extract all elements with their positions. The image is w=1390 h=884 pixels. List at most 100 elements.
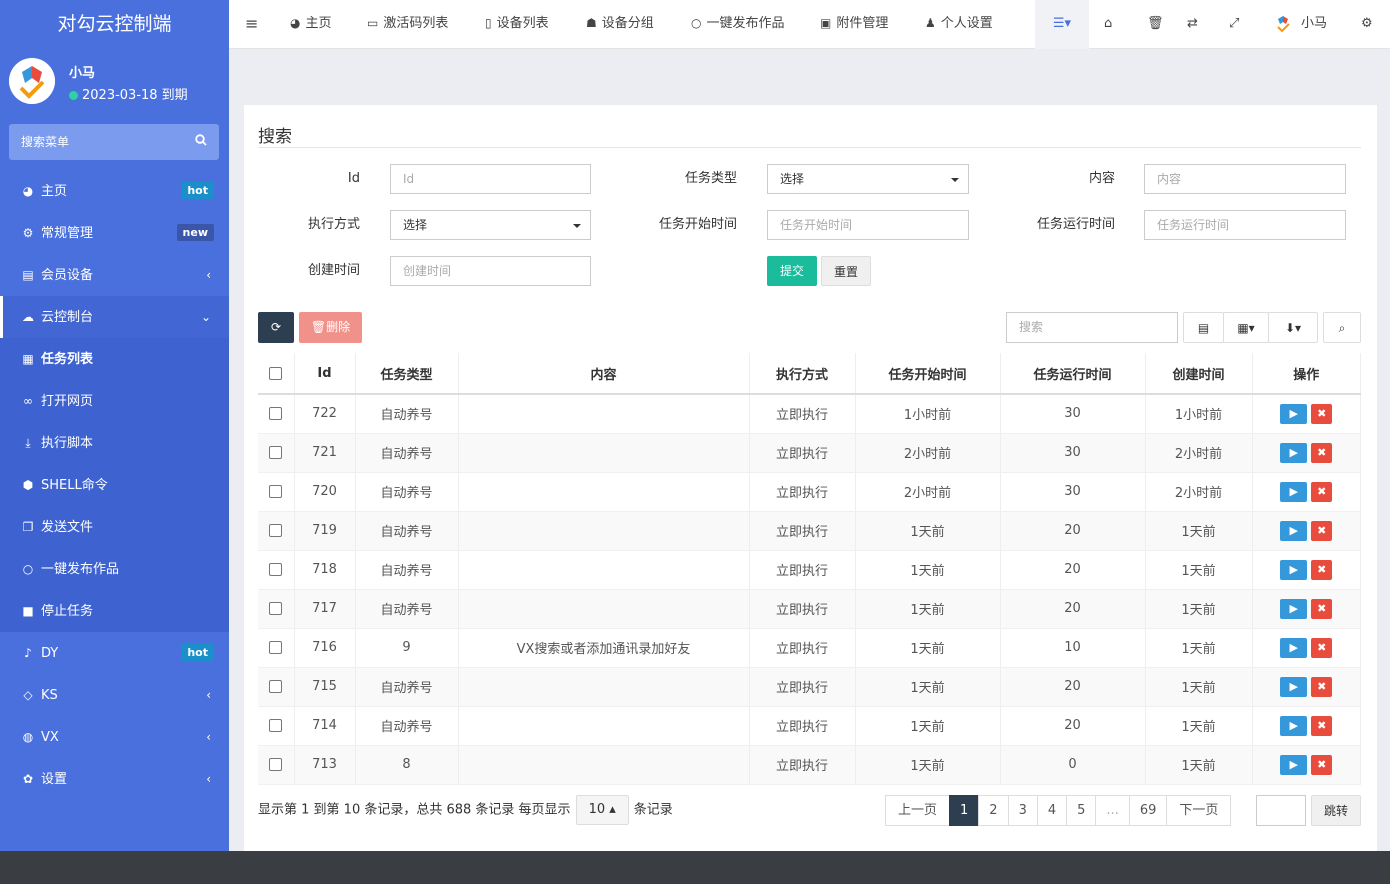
page-button-2[interactable]: 2 [978,795,1009,826]
table-search-input[interactable]: 搜索 [1006,312,1178,343]
topnav-publish[interactable]: ○ 一键发布作品 [691,0,785,49]
execute-icon[interactable]: ▶ [1280,520,1308,541]
topnav-device-groups[interactable]: ☗ 设备分组 [586,0,654,49]
row-checkbox[interactable] [269,524,283,537]
table-row[interactable]: 717 自动养号 立即执行 1天前 20 1天前 ▶ ✖ [258,589,1361,629]
execute-icon[interactable]: ▶ [1280,403,1308,424]
table-row[interactable]: 713 8 立即执行 1天前 0 1天前 ▶ ✖ [258,745,1361,785]
avatar[interactable] [9,58,55,104]
topnav-profile[interactable]: ♟ 个人设置 [925,0,993,49]
row-checkbox[interactable] [269,758,283,771]
jump-page-input[interactable] [1256,795,1306,826]
sidebar-item-home[interactable]: ◕ 主页 hot [0,170,229,212]
menu-toggle-icon[interactable]: ≡ [245,0,258,49]
sidebar-item-cloud-console[interactable]: ☁ 云控制台 ⌄ [0,296,229,338]
topnav-activation-codes[interactable]: ▭ 激活码列表 [367,0,448,49]
search-icon[interactable] [195,124,207,160]
table-row[interactable]: 714 自动养号 立即执行 1天前 20 1天前 ▶ ✖ [258,706,1361,746]
sidebar-item-settings[interactable]: ✿ 设置 ‹ [0,758,229,800]
sidebar-item-task-list[interactable]: ▦ 任务列表 [0,338,229,380]
trash-icon[interactable]: ✖ [1311,442,1333,463]
table-row[interactable]: 722 自动养号 立即执行 1小时前 30 1小时前 ▶ ✖ [258,394,1361,434]
table-row[interactable]: 721 自动养号 立即执行 2小时前 30 2小时前 ▶ ✖ [258,433,1361,473]
created-time-input[interactable]: 创建时间 [390,256,591,286]
sidebar-item-run-script[interactable]: ⤓ 执行脚本 [0,422,229,464]
row-checkbox[interactable] [269,485,283,498]
execute-icon[interactable]: ▶ [1280,598,1308,619]
sidebar-item-member-devices[interactable]: ▤ 会员设备 ‹ [0,254,229,296]
delete-button[interactable]: 🗑删除 [299,312,362,343]
row-checkbox[interactable] [269,641,283,654]
fullscreen-icon[interactable]: ⤢ [1229,0,1239,49]
topnav-device-list[interactable]: ▯ 设备列表 [485,0,549,49]
page-button-last[interactable]: 69 [1128,795,1168,826]
trash-icon[interactable]: ✖ [1311,637,1333,658]
jump-button[interactable]: 跳转 [1311,795,1361,826]
table-row[interactable]: 720 自动养号 立即执行 2小时前 30 2小时前 ▶ ✖ [258,472,1361,512]
refresh-button[interactable]: ⟳ [258,312,294,343]
execute-icon[interactable]: ▶ [1280,481,1308,502]
sidebar-item-open-webpage[interactable]: ∞ 打开网页 [0,380,229,422]
submit-button[interactable]: 提交 [767,256,817,286]
topnav-user[interactable]: 小马 [1273,0,1327,49]
sidebar-item-publish[interactable]: ○ 一键发布作品 [0,548,229,590]
col-created-time[interactable]: 创建时间 [1145,353,1253,395]
row-checkbox[interactable] [269,680,283,693]
sidebar-item-general[interactable]: ⚙ 常规管理 new [0,212,229,254]
start-time-input[interactable]: 任务开始时间 [767,210,969,240]
home-icon[interactable]: ⌂ [1104,0,1112,49]
sidebar-search[interactable]: 搜索菜单 [9,124,219,160]
toggle-view-button[interactable]: ▤ [1183,312,1224,343]
col-task-type[interactable]: 任务类型 [355,353,459,395]
sidebar-item-stop-task[interactable]: ■ 停止任务 [0,590,229,632]
trash-icon[interactable]: ✖ [1311,676,1333,697]
col-id[interactable]: Id [294,353,356,395]
reset-button[interactable]: 重置 [821,256,871,286]
sidebar-item-dy[interactable]: ♪ DY hot [0,632,229,674]
page-size-select[interactable]: 10 ▴ [575,795,629,825]
table-row[interactable]: 718 自动养号 立即执行 1天前 20 1天前 ▶ ✖ [258,550,1361,590]
exec-mode-select[interactable]: 选择 [390,210,591,240]
table-row[interactable]: 715 自动养号 立即执行 1天前 20 1天前 ▶ ✖ [258,667,1361,707]
page-button-3[interactable]: 3 [1007,795,1038,826]
trash-icon[interactable]: ✖ [1311,754,1333,775]
sidebar-item-shell[interactable]: ⬢ SHELL命令 [0,464,229,506]
row-checkbox[interactable] [269,719,283,732]
sidebar-item-vx[interactable]: ◍ VX ‹ [0,716,229,758]
execute-icon[interactable]: ▶ [1280,715,1308,736]
trash-icon[interactable]: ✖ [1311,715,1333,736]
task-type-select[interactable]: 选择 [767,164,969,194]
select-all-checkbox[interactable] [269,366,283,380]
col-exec-mode[interactable]: 执行方式 [749,353,856,395]
export-button[interactable]: ⬇▾ [1268,312,1318,343]
col-content[interactable]: 内容 [458,353,750,395]
trash-icon[interactable]: 🗑 [1147,0,1164,49]
row-checkbox[interactable] [269,563,283,576]
content-input[interactable]: 内容 [1144,164,1346,194]
execute-icon[interactable]: ▶ [1280,754,1308,775]
col-start-time[interactable]: 任务开始时间 [855,353,1001,395]
execute-icon[interactable]: ▶ [1280,676,1308,697]
page-button-1[interactable]: 1 [949,795,980,826]
run-time-input[interactable]: 任务运行时间 [1144,210,1346,240]
sidebar-item-send-file[interactable]: ❐ 发送文件 [0,506,229,548]
page-button-5[interactable]: 5 [1066,795,1097,826]
prev-page-button[interactable]: 上一页 [885,795,951,826]
page-button-4[interactable]: 4 [1036,795,1068,826]
settings-cogs-icon[interactable]: ⚙ [1361,0,1373,49]
row-checkbox[interactable] [269,407,283,421]
next-page-button[interactable]: 下一页 [1166,795,1232,826]
nav-dropdown-toggle[interactable]: ☰▾ [1035,0,1089,49]
trash-icon[interactable]: ✖ [1311,559,1333,580]
table-row[interactable]: 716 9 VX搜索或者添加通讯录加好友 立即执行 1天前 10 1天前 ▶ ✖ [258,628,1361,668]
trash-icon[interactable]: ✖ [1311,598,1333,619]
sidebar-item-ks[interactable]: ◇ KS ‹ [0,674,229,716]
translate-icon[interactable]: ⇄ [1187,0,1198,49]
execute-icon[interactable]: ▶ [1280,637,1308,658]
topnav-attachments[interactable]: ▣ 附件管理 [820,0,888,49]
id-input[interactable]: Id [390,164,591,194]
execute-icon[interactable]: ▶ [1280,559,1308,580]
advanced-search-button[interactable]: ⌕ [1323,312,1361,343]
execute-icon[interactable]: ▶ [1280,442,1308,463]
trash-icon[interactable]: ✖ [1311,481,1333,502]
